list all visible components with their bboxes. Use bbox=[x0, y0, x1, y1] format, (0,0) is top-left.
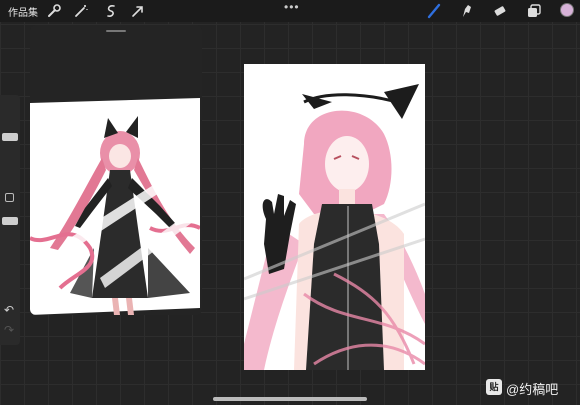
main-canvas[interactable] bbox=[244, 64, 425, 370]
selection-icon[interactable] bbox=[103, 3, 119, 19]
eraser-icon[interactable] bbox=[492, 3, 508, 19]
modify-button[interactable] bbox=[5, 193, 14, 202]
tieba-logo-icon: 贴 bbox=[486, 379, 502, 395]
brush-sidebar: ↶ ↷ bbox=[0, 95, 20, 345]
color-swatch[interactable] bbox=[560, 3, 574, 17]
brush-size-slider[interactable] bbox=[2, 133, 18, 141]
reference-image bbox=[30, 98, 200, 315]
gallery-button[interactable]: 作品集 bbox=[8, 4, 38, 19]
watermark-text: @约稿吧 bbox=[506, 382, 559, 397]
reference-panel[interactable] bbox=[30, 25, 202, 315]
redo-button[interactable]: ↷ bbox=[4, 323, 14, 337]
magic-wand-icon[interactable] bbox=[73, 3, 89, 19]
smudge-icon[interactable] bbox=[458, 3, 474, 19]
transform-arrow-icon[interactable] bbox=[130, 3, 146, 19]
home-indicator bbox=[213, 397, 367, 401]
layers-icon[interactable] bbox=[526, 3, 542, 19]
more-menu-icon[interactable]: ••• bbox=[284, 1, 300, 13]
undo-button[interactable]: ↶ bbox=[4, 303, 14, 317]
wrench-icon[interactable] bbox=[46, 3, 62, 19]
top-toolbar: 作品集 ••• bbox=[0, 0, 580, 22]
panel-drag-handle[interactable] bbox=[106, 30, 126, 32]
brush-icon[interactable] bbox=[426, 3, 442, 19]
brush-opacity-slider[interactable] bbox=[2, 217, 18, 225]
